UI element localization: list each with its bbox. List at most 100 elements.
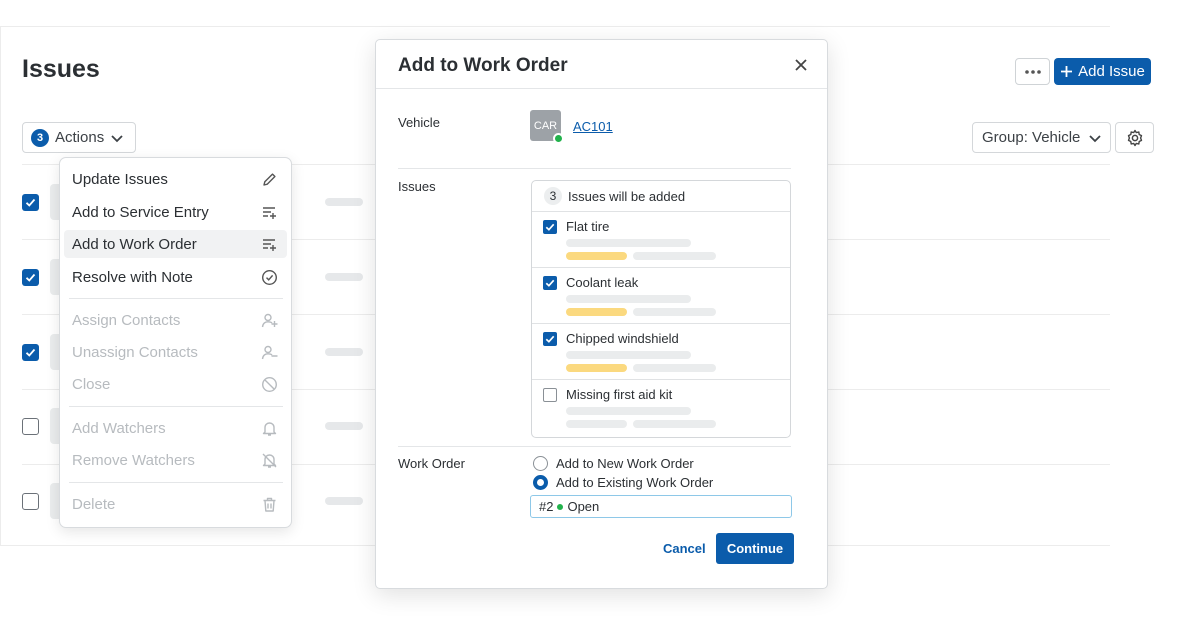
dialog-title: Add to Work Order [398,55,568,76]
menu-item-label: Unassign Contacts [72,343,198,361]
skeleton-line [566,308,627,316]
menu-item-unassign-contacts[interactable]: Unassign Contacts [64,338,287,366]
issue-name: Chipped windshield [566,331,679,346]
menu-item-resolve-with-note[interactable]: Resolve with Note [64,263,287,291]
row-checkbox[interactable] [22,194,39,211]
close-button[interactable] [790,54,812,76]
group-by-label: Group: Vehicle [982,129,1081,146]
issue-checkbox[interactable] [543,220,557,234]
menu-item-add-watchers[interactable]: Add Watchers [64,414,287,442]
work-order-select[interactable]: #2 Open [530,495,792,518]
section-divider [398,168,791,169]
issues-label: Issues [398,179,436,194]
skeleton-line [633,420,716,428]
check-circle-icon [261,269,278,286]
check-icon [25,198,36,207]
work-order-number: #2 [539,499,554,514]
skeleton-line [633,364,716,372]
check-icon [545,279,555,287]
section-divider [398,446,791,447]
add-issue-button[interactable]: Add Issue [1054,58,1151,85]
bell-icon [262,422,277,436]
settings-button[interactable] [1115,122,1154,153]
vehicle-label: Vehicle [398,115,440,130]
skeleton-line [633,252,716,260]
continue-button[interactable]: Continue [716,533,794,564]
menu-item-update-issues[interactable]: Update Issues [64,165,287,193]
existing-work-order-radio[interactable] [533,475,548,490]
menu-item-label: Add Watchers [72,419,166,437]
actions-button[interactable]: 3 Actions [22,122,136,153]
menu-item-label: Add to Work Order [72,235,197,253]
add-to-work-order-dialog: Add to Work Order Vehicle CAR AC101 Issu… [375,39,828,589]
menu-item-label: Delete [72,495,116,513]
list-add-icon [263,207,276,219]
issue-item: Chipped windshield [532,324,790,380]
chevron-down-icon [111,134,123,142]
row-checkbox[interactable] [22,344,39,361]
existing-work-order-label[interactable]: Add to Existing Work Order [556,475,713,490]
new-work-order-radio[interactable] [533,456,548,471]
menu-item-label: Update Issues [72,170,168,188]
menu-divider [69,406,283,407]
issue-item: Coolant leak [532,268,790,324]
page-title: Issues [22,55,100,83]
more-icon [1024,69,1041,74]
menu-item-remove-watchers[interactable]: Remove Watchers [64,446,287,474]
work-order-label: Work Order [398,456,465,471]
row-placeholder [325,198,363,206]
plus-icon [1061,66,1073,77]
menu-item-close[interactable]: Close [64,370,287,398]
issue-checkbox[interactable] [543,276,557,290]
row-placeholder [325,348,363,356]
skeleton-line [566,239,691,247]
issue-checkbox[interactable] [543,332,557,346]
vehicle-link[interactable]: AC101 [573,119,613,134]
menu-item-add-to-service-entry[interactable]: Add to Service Entry [64,198,287,226]
trash-icon [263,497,276,512]
pencil-icon [263,173,276,186]
skeleton-line [566,351,691,359]
chevron-down-icon [1089,134,1102,142]
menu-item-label: Assign Contacts [72,311,181,329]
vehicle-status-dot [553,133,564,144]
check-icon [25,348,36,357]
gear-icon [1127,129,1142,146]
menu-item-add-to-work-order[interactable]: Add to Work Order [64,230,287,258]
menu-item-label: Close [72,375,111,393]
skeleton-line [566,364,627,372]
actions-label: Actions [55,129,105,146]
row-placeholder [325,273,363,281]
cancel-button[interactable]: Cancel [663,541,706,556]
group-by-select[interactable]: Group: Vehicle [972,122,1111,153]
issues-list: 3 Issues will be added Flat tire Coolant… [531,180,791,438]
menu-item-label: Resolve with Note [72,268,193,286]
open-status-dot [557,503,564,510]
menu-item-assign-contacts[interactable]: Assign Contacts [64,306,287,334]
issues-summary-text: Issues will be added [568,188,686,204]
issue-name: Flat tire [566,219,610,234]
skeleton-line [566,420,627,428]
menu-item-delete[interactable]: Delete [64,490,287,518]
issue-item: Missing first aid kit [532,380,790,436]
actions-menu: Update Issues Add to Service Entry Add t… [59,157,292,528]
user-add-icon [261,313,278,328]
check-icon [545,335,555,343]
issues-summary: 3 Issues will be added [532,181,790,212]
row-placeholder [325,422,363,430]
ban-icon [261,376,278,393]
new-work-order-label[interactable]: Add to New Work Order [556,456,694,471]
skeleton-line [633,308,716,316]
row-checkbox[interactable] [22,269,39,286]
issue-checkbox[interactable] [543,388,557,402]
row-placeholder [325,497,363,505]
skeleton-line [566,252,627,260]
row-checkbox[interactable] [22,418,39,435]
work-order-status: Open [567,499,600,514]
check-icon [25,273,36,282]
issues-count-badge: 3 [544,187,562,205]
row-checkbox[interactable] [22,493,39,510]
more-options-button[interactable] [1015,58,1050,85]
issue-item: Flat tire [532,212,790,268]
bell-off-icon [262,453,277,468]
